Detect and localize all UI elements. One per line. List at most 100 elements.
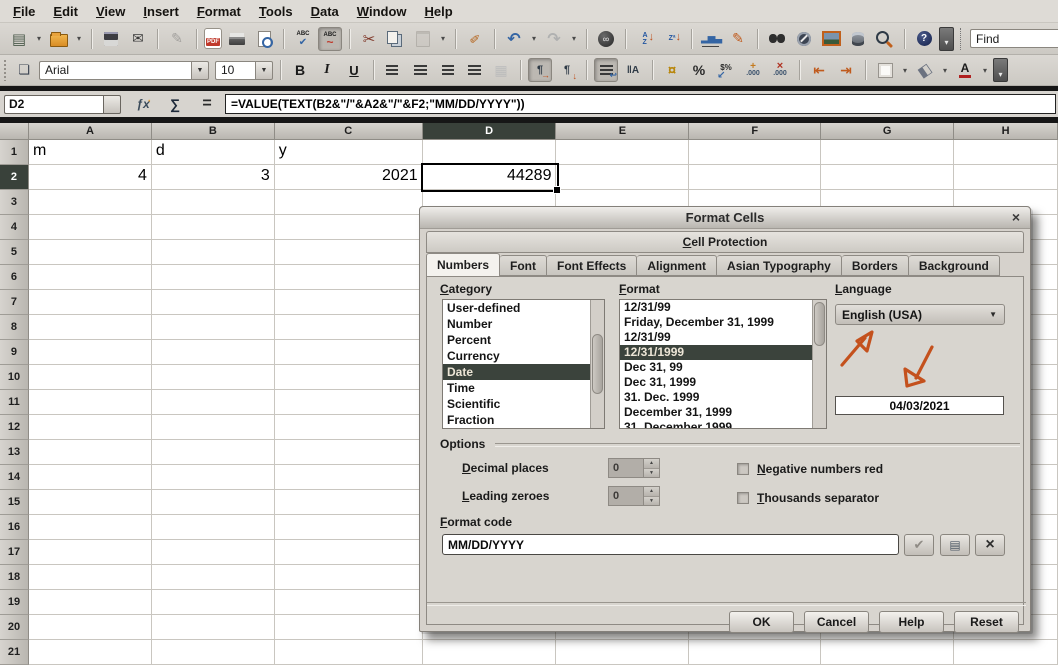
cell-b17[interactable] <box>152 540 275 565</box>
format-option[interactable]: Dec 31, 99 <box>620 360 826 375</box>
background-color-icon[interactable] <box>913 58 937 82</box>
column-header-h[interactable]: H <box>954 123 1058 140</box>
cell-a3[interactable] <box>29 190 152 215</box>
selected-cell-outline[interactable] <box>421 163 559 192</box>
cell-c16[interactable] <box>275 515 423 540</box>
language-dropdown[interactable]: English (USA) <box>835 304 1005 325</box>
copy-icon[interactable] <box>384 27 408 51</box>
cell-b13[interactable] <box>152 440 275 465</box>
cell-b4[interactable] <box>152 215 275 240</box>
cell-a8[interactable] <box>29 315 152 340</box>
dropdown-caret-icon[interactable] <box>900 58 910 82</box>
cell-a17[interactable] <box>29 540 152 565</box>
category-option[interactable]: Percent <box>443 332 604 348</box>
row-header-11[interactable]: 11 <box>0 390 29 415</box>
cell-b11[interactable] <box>152 390 275 415</box>
fill-handle[interactable] <box>553 186 561 194</box>
column-header-e[interactable]: E <box>556 123 689 140</box>
cell-h2[interactable] <box>954 165 1058 190</box>
category-option[interactable]: Date <box>443 364 604 380</box>
format-listbox[interactable]: 12/31/99Friday, December 31, 199912/31/9… <box>619 299 827 429</box>
cancel-button[interactable]: Cancel <box>804 611 869 633</box>
merge-cells-icon[interactable] <box>489 58 513 82</box>
row-header-20[interactable]: 20 <box>0 615 29 640</box>
cell-b16[interactable] <box>152 515 275 540</box>
row-header-17[interactable]: 17 <box>0 540 29 565</box>
spin-down-icon[interactable]: ▼ <box>644 497 659 506</box>
cell-c21[interactable] <box>275 640 423 665</box>
menu-item-edit[interactable]: Edit <box>44 4 87 19</box>
category-option[interactable]: Currency <box>443 348 604 364</box>
delete-format-icon[interactable] <box>975 534 1005 556</box>
redo-icon[interactable] <box>542 27 566 51</box>
cut-icon[interactable] <box>357 27 381 51</box>
cell-b3[interactable] <box>152 190 275 215</box>
cell-b18[interactable] <box>152 565 275 590</box>
dropdown-caret-icon[interactable] <box>980 58 990 82</box>
cell-b7[interactable] <box>152 290 275 315</box>
tab-asian-typography[interactable]: Asian Typography <box>717 255 842 276</box>
format-option[interactable]: 12/31/1999 <box>620 345 826 360</box>
cell-b12[interactable] <box>152 415 275 440</box>
cell-c7[interactable] <box>275 290 423 315</box>
data-sources-icon[interactable] <box>846 27 870 51</box>
cell-a1[interactable]: m <box>29 140 152 165</box>
navigator-icon[interactable] <box>792 27 816 51</box>
print-icon[interactable] <box>225 27 249 51</box>
row-header-9[interactable]: 9 <box>0 340 29 365</box>
find-input[interactable] <box>970 29 1058 48</box>
row-header-21[interactable]: 21 <box>0 640 29 665</box>
cell-b6[interactable] <box>152 265 275 290</box>
print-preview-icon[interactable] <box>252 27 276 51</box>
font-size-input[interactable] <box>215 61 255 80</box>
vertical-text-icon[interactable] <box>621 58 645 82</box>
new-spreadsheet-icon[interactable] <box>7 27 31 51</box>
format-option[interactable]: 31. Dec. 1999 <box>620 390 826 405</box>
format-standard-icon[interactable] <box>714 58 738 82</box>
gallery-icon[interactable] <box>819 27 843 51</box>
cell-c13[interactable] <box>275 440 423 465</box>
font-name-input[interactable] <box>39 61 191 80</box>
cell-h21[interactable] <box>954 640 1058 665</box>
row-header-14[interactable]: 14 <box>0 465 29 490</box>
spellcheck-icon[interactable] <box>291 27 315 51</box>
cell-e1[interactable] <box>556 140 689 165</box>
menu-item-file[interactable]: File <box>4 4 44 19</box>
cell-d1[interactable] <box>423 140 557 165</box>
tab-font-effects[interactable]: Font Effects <box>547 255 637 276</box>
cell-h1[interactable] <box>954 140 1058 165</box>
cell-b9[interactable] <box>152 340 275 365</box>
bold-icon[interactable] <box>288 58 312 82</box>
row-header-1[interactable]: 1 <box>0 140 29 165</box>
find-replace-icon[interactable] <box>765 27 789 51</box>
column-header-d[interactable]: D <box>423 123 557 140</box>
category-option[interactable]: Fraction <box>443 412 604 428</box>
category-option[interactable]: Number <box>443 316 604 332</box>
row-header-13[interactable]: 13 <box>0 440 29 465</box>
cell-a21[interactable] <box>29 640 152 665</box>
column-header-b[interactable]: B <box>152 123 275 140</box>
dialog-titlebar[interactable]: Format Cells × <box>420 207 1030 229</box>
format-currency-icon[interactable] <box>660 58 684 82</box>
select-all-corner[interactable] <box>0 123 29 140</box>
cell-c14[interactable] <box>275 465 423 490</box>
cell-c15[interactable] <box>275 490 423 515</box>
tab-cell-protection[interactable]: Cell Protection <box>426 231 1024 253</box>
format-option[interactable]: 12/31/99 <box>620 300 826 315</box>
help-button[interactable]: Help <box>879 611 944 633</box>
cell-a19[interactable] <box>29 590 152 615</box>
category-scrollbar-thumb[interactable] <box>592 334 603 394</box>
category-listbox[interactable]: User-definedNumberPercentCurrencyDateTim… <box>442 299 605 429</box>
spin-down-icon[interactable]: ▼ <box>644 469 659 478</box>
cell-c9[interactable] <box>275 340 423 365</box>
cell-b20[interactable] <box>152 615 275 640</box>
text-dir-ltr-icon[interactable] <box>528 58 552 82</box>
function-wizard-icon[interactable] <box>131 92 155 116</box>
spin-up-icon[interactable]: ▲ <box>644 459 659 469</box>
cell-g1[interactable] <box>821 140 954 165</box>
cell-g21[interactable] <box>821 640 954 665</box>
save-icon[interactable] <box>99 27 123 51</box>
column-header-a[interactable]: A <box>29 123 152 140</box>
align-right-icon[interactable] <box>435 58 459 82</box>
cell-c8[interactable] <box>275 315 423 340</box>
